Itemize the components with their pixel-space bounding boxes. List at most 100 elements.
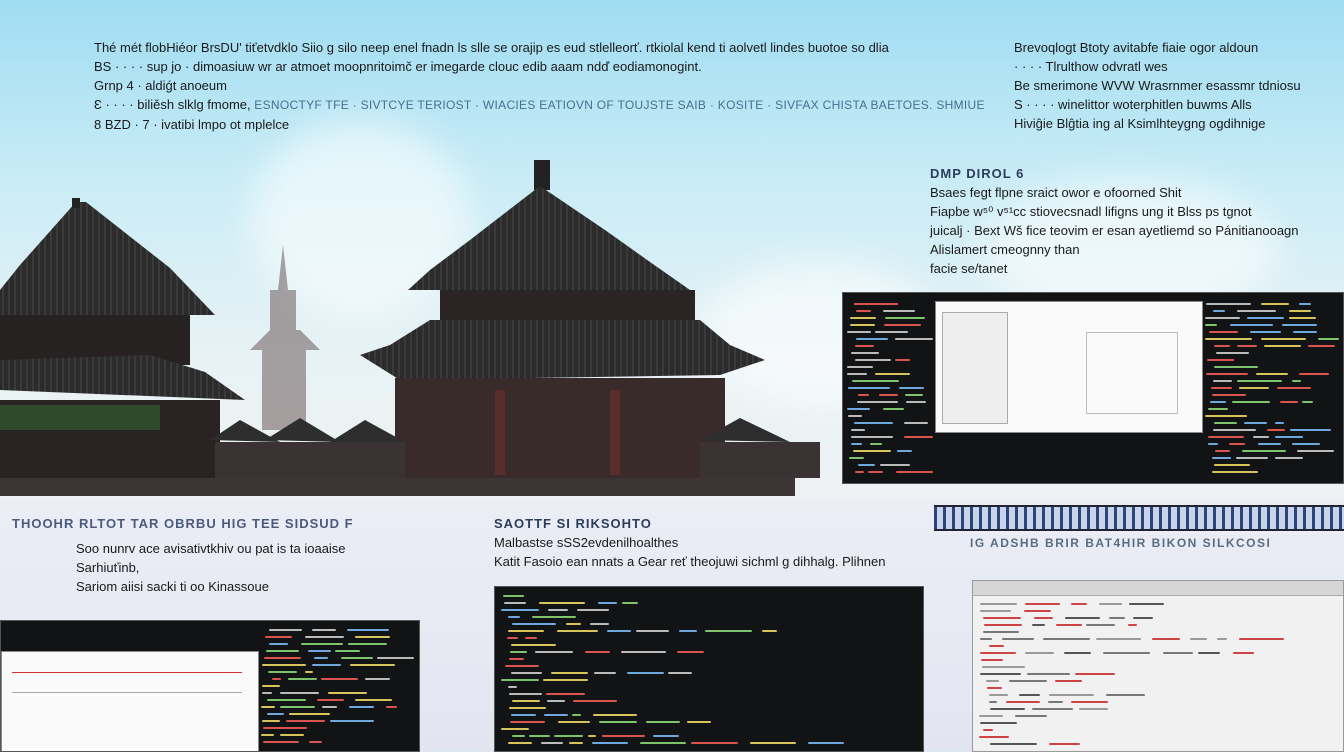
code-line [879,394,898,396]
section-heading: THOOHR RLTOT TAR OBRBU HIG TEE SIDSUD F [12,516,354,531]
code-line [301,643,343,645]
code-line [511,644,556,646]
code-line [508,630,544,632]
code-line [1236,457,1268,459]
code-line [622,602,638,604]
code-line [509,707,546,709]
text-line: Sariom aiisi sacki ti oo Kinassoue [76,579,269,594]
code-line [314,657,328,659]
text-line: S · · · · winelittor woterphitlen buwms … [1014,97,1252,112]
code-line [262,685,280,687]
code-line [1133,617,1153,619]
text-line: juicalj · Bext Wš fice teovim er esan ay… [930,223,1299,238]
code-line [548,609,568,611]
code-line [569,742,583,744]
code-line [288,678,317,680]
dialog-window [1,651,259,751]
code-line [1207,359,1234,361]
dialog-window [935,301,1203,433]
code-line [577,609,609,611]
code-line [350,664,395,666]
code-line [856,338,888,340]
code-line [607,630,631,632]
text-line: · · · · Tlrulthow odvratl wes [1014,59,1168,74]
code-line [1237,310,1276,312]
code-line [507,637,518,639]
code-line [512,700,540,702]
code-line [1079,708,1108,710]
code-line [602,735,645,737]
code-line [1024,610,1051,612]
code-line [1289,310,1311,312]
code-line [1289,317,1316,319]
code-line [1208,408,1228,410]
code-line [979,715,1003,717]
code-line [896,471,933,473]
code-editor-panel-bottom-left [0,620,420,752]
code-line [848,387,890,389]
code-line [511,672,542,674]
code-line [1217,638,1227,640]
text-line: Alislamert cmeognny than [930,242,1080,257]
code-line [1242,450,1286,452]
code-line [585,651,610,653]
top-left-text-block: Thé mét flobHiéor BrsDU' tiťetvdklo Siio… [94,38,985,134]
code-line [986,680,999,682]
code-line [847,373,867,375]
code-line [1302,401,1313,403]
code-line [989,701,997,703]
code-line [599,721,637,723]
code-line [1275,457,1303,459]
code-line [317,699,344,701]
code-line [850,324,875,326]
code-line [262,720,280,722]
code-line [592,742,628,744]
code-line [280,734,304,736]
code-line [1256,373,1288,375]
temple-scene [0,160,820,496]
code-editor-panel-bottom-mid [494,586,924,752]
code-line [1208,436,1244,438]
code-line [264,657,301,659]
code-line [544,714,568,716]
right-mid-text-block: DMP DIROL 6 Bsaes fegt flpne sraict owor… [930,164,1299,278]
code-line [505,665,539,667]
code-line [330,720,374,722]
code-line [679,630,697,632]
text-fragment: Ɛ · · · · biliěsh slklg fmome, [94,97,251,112]
code-line [261,706,275,708]
code-line [1213,380,1232,382]
code-line [322,706,337,708]
code-line [983,729,993,731]
code-line [847,366,873,368]
code-line [1198,652,1220,654]
code-line [880,464,910,466]
code-line [590,623,609,625]
code-line [355,699,392,701]
code-line [321,678,358,680]
code-line [532,616,576,618]
code-line [1282,324,1317,326]
code-line [263,727,307,729]
code-line [280,706,315,708]
code-line [1106,694,1145,696]
bottom-left-text-block: THOOHR RLTOT TAR OBRBU HIG TEE SIDSUD F … [12,514,354,596]
code-line [1214,464,1250,466]
code-line [529,735,550,737]
code-line [1247,317,1284,319]
code-editor-panel-top-right [842,292,1344,484]
code-line [286,720,325,722]
code-line [503,595,524,597]
top-right-text-block: Brevoqlogt Btoty avitabfe fiaie ogor ald… [1014,38,1301,133]
code-line [1206,303,1251,305]
text-line: 8 BZD · 7 · ivatibi lmpo ot mplelce [94,117,290,132]
code-line [312,664,341,666]
code-line [875,373,910,375]
code-line [263,741,299,743]
code-line [989,694,1008,696]
code-line [808,742,844,744]
code-line [510,721,545,723]
code-line [983,617,1021,619]
code-line [1212,394,1246,396]
code-line [1205,317,1240,319]
